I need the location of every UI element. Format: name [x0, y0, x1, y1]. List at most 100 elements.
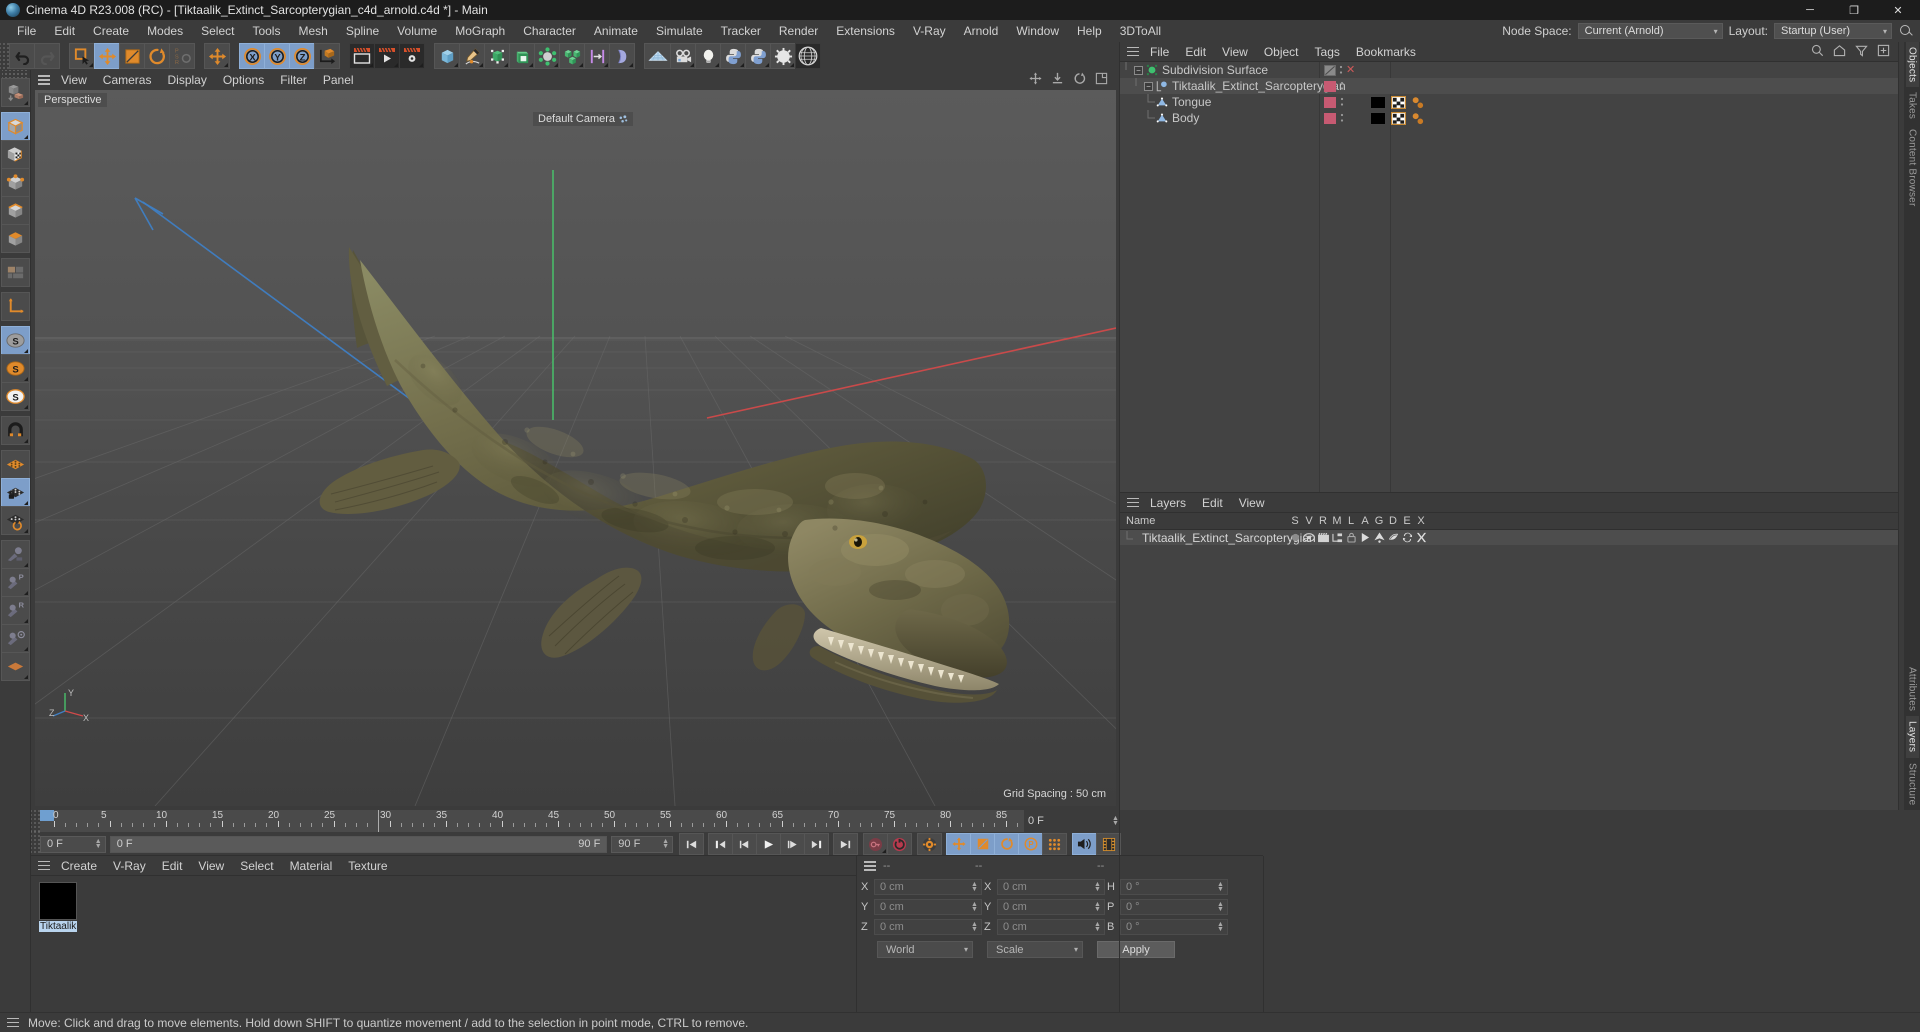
objmgr-menu-bookmarks[interactable]: Bookmarks — [1348, 42, 1424, 62]
cube-primitive-button[interactable] — [434, 43, 460, 69]
extrude-nurbs-button[interactable] — [509, 43, 535, 69]
rotation-b-input[interactable]: 0 ° ▲ ▼ — [1120, 919, 1228, 935]
axis-x-button[interactable]: X — [239, 43, 265, 69]
position-x-input[interactable]: 0 cm ▲ ▼ — [874, 879, 982, 895]
move-dup-button[interactable] — [204, 43, 230, 69]
matmgr-menu-vray[interactable]: V-Ray — [105, 856, 154, 876]
floor-object-button[interactable] — [644, 43, 671, 69]
menu-item-volume[interactable]: Volume — [388, 20, 446, 42]
size-z-input[interactable]: 0 cm ▲ ▼ — [997, 919, 1105, 935]
selection-s1-tool[interactable]: S — [1, 326, 30, 355]
menu-item-animate[interactable]: Animate — [585, 20, 647, 42]
table-row[interactable]: Body — [1120, 110, 1898, 126]
table-row[interactable]: − Subdivision Surface ✕ — [1120, 62, 1898, 78]
timeline-toolbar-grip[interactable] — [31, 831, 40, 857]
size-y-spinner[interactable]: ▲ ▼ — [1093, 901, 1102, 913]
rotation-p-spinner[interactable]: ▲ ▼ — [1216, 901, 1225, 913]
subdivision-surface-button[interactable] — [484, 43, 510, 69]
pen-spline-button[interactable] — [459, 43, 485, 69]
expressions-icon[interactable] — [1400, 532, 1414, 543]
menu-item-file[interactable]: File — [8, 20, 45, 42]
current-frame-input[interactable]: 0 F ▲ ▼ — [40, 835, 106, 853]
uv-tag[interactable] — [1411, 112, 1425, 125]
param-key-button[interactable]: P — [1018, 833, 1044, 855]
tab-takes[interactable]: Takes — [1906, 87, 1919, 124]
record-key-button[interactable] — [863, 833, 889, 855]
null-object-icon[interactable] — [1156, 80, 1168, 92]
menu-item-simulate[interactable]: Simulate — [647, 20, 712, 42]
table-row[interactable]: − Tiktaalik_Extinct_Sarcopterygian — [1120, 78, 1898, 94]
animation-play-icon[interactable] — [1358, 532, 1372, 543]
apply-button[interactable]: Apply — [1097, 941, 1175, 958]
xref-icon[interactable] — [1414, 532, 1428, 543]
position-y-input[interactable]: 0 cm ▲ ▼ — [874, 899, 982, 915]
selection-s3-tool[interactable]: S — [1, 382, 30, 411]
layers-manager-hamburger-icon[interactable] — [1124, 496, 1142, 510]
layers-menu-layers[interactable]: Layers — [1142, 493, 1194, 513]
menu-item-edit[interactable]: Edit — [45, 20, 84, 42]
matmgr-menu-view[interactable]: View — [190, 856, 232, 876]
redo-button[interactable] — [34, 43, 60, 69]
polygon-object-icon[interactable] — [1156, 96, 1168, 108]
live-selection-button[interactable] — [69, 43, 95, 69]
render-view-button[interactable] — [349, 43, 375, 69]
tab-structure[interactable]: Structure — [1906, 758, 1919, 810]
axis-z-button[interactable]: Z — [289, 43, 315, 69]
menu-item-render[interactable]: Render — [770, 20, 827, 42]
objmgr-menu-file[interactable]: File — [1142, 42, 1177, 62]
maximize-button[interactable]: ❐ — [1832, 0, 1876, 20]
go-to-next-key-button[interactable] — [804, 833, 830, 855]
scale-key-button[interactable] — [970, 833, 996, 855]
search-icon[interactable] — [1898, 23, 1914, 39]
menu-item-mesh[interactable]: Mesh — [289, 20, 336, 42]
maximize-view-icon[interactable] — [1095, 72, 1108, 88]
layers-menu-view[interactable]: View — [1231, 493, 1273, 513]
rotation-p-input[interactable]: 0 ° ▲ ▼ — [1120, 899, 1228, 915]
minimize-button[interactable]: ─ — [1788, 0, 1832, 20]
magnet-tool[interactable] — [1, 416, 30, 445]
go-to-start-button[interactable] — [679, 833, 705, 855]
position-z-spinner[interactable]: ▲ ▼ — [970, 921, 979, 933]
checker-texture-tag[interactable] — [1391, 95, 1406, 109]
position-y-spinner[interactable]: ▲ ▼ — [970, 901, 979, 913]
globe-button[interactable] — [795, 43, 821, 69]
matmgr-menu-select[interactable]: Select — [232, 856, 281, 876]
matmgr-menu-material[interactable]: Material — [282, 856, 341, 876]
move-tool-button[interactable] — [94, 43, 120, 69]
cloner-object-button[interactable] — [559, 43, 585, 69]
menu-item-modes[interactable]: Modes — [138, 20, 192, 42]
step-back-button[interactable] — [732, 833, 758, 855]
layer-tool[interactable] — [1, 652, 30, 681]
step-forward-button[interactable] — [780, 833, 806, 855]
tiktaalik-model[interactable] — [35, 90, 1116, 806]
menu-item-help[interactable]: Help — [1068, 20, 1111, 42]
uv-mode-tool[interactable] — [1, 258, 30, 287]
timeline-ruler[interactable]: 0 5 10 15 20 25 30 35 40 45 50 55 60 65 … — [40, 810, 1116, 832]
pink-tag[interactable] — [1324, 80, 1336, 92]
snap-target-tool[interactable] — [1, 624, 30, 653]
menu-item-mograph[interactable]: MoGraph — [446, 20, 514, 42]
snap-tool[interactable] — [1, 540, 30, 569]
material-list[interactable]: Tiktaalik — [31, 876, 857, 1012]
workplane-lock-tool[interactable] — [1, 478, 30, 507]
psr-tool-button[interactable]: PSR — [169, 43, 195, 69]
expander-toggle[interactable]: − — [1144, 81, 1153, 91]
autokey-button[interactable] — [887, 833, 913, 855]
menu-item-extensions[interactable]: Extensions — [827, 20, 904, 42]
left-palette-grip[interactable] — [2, 70, 29, 78]
light-object-button[interactable] — [695, 43, 721, 69]
menu-item-create[interactable]: Create — [84, 20, 138, 42]
pink-tag[interactable] — [1324, 112, 1336, 124]
rotate-tool-button[interactable] — [144, 43, 170, 69]
array-object-button[interactable] — [534, 43, 560, 69]
matmgr-menu-edit[interactable]: Edit — [154, 856, 191, 876]
pink-tag[interactable] — [1324, 96, 1336, 108]
lock-icon[interactable] — [1344, 532, 1358, 543]
keyframe-settings-button[interactable] — [917, 833, 943, 855]
viewport-3d[interactable]: Perspective Default Camera Y X Z Grid Sp… — [35, 90, 1116, 806]
tab-objects[interactable]: Objects — [1905, 42, 1919, 88]
layers-menu-edit[interactable]: Edit — [1194, 493, 1231, 513]
preview-end-input[interactable]: 90 F ▲ ▼ — [611, 835, 674, 853]
filter-icon[interactable] — [1855, 44, 1868, 60]
viewport-menu-options[interactable]: Options — [215, 70, 272, 90]
